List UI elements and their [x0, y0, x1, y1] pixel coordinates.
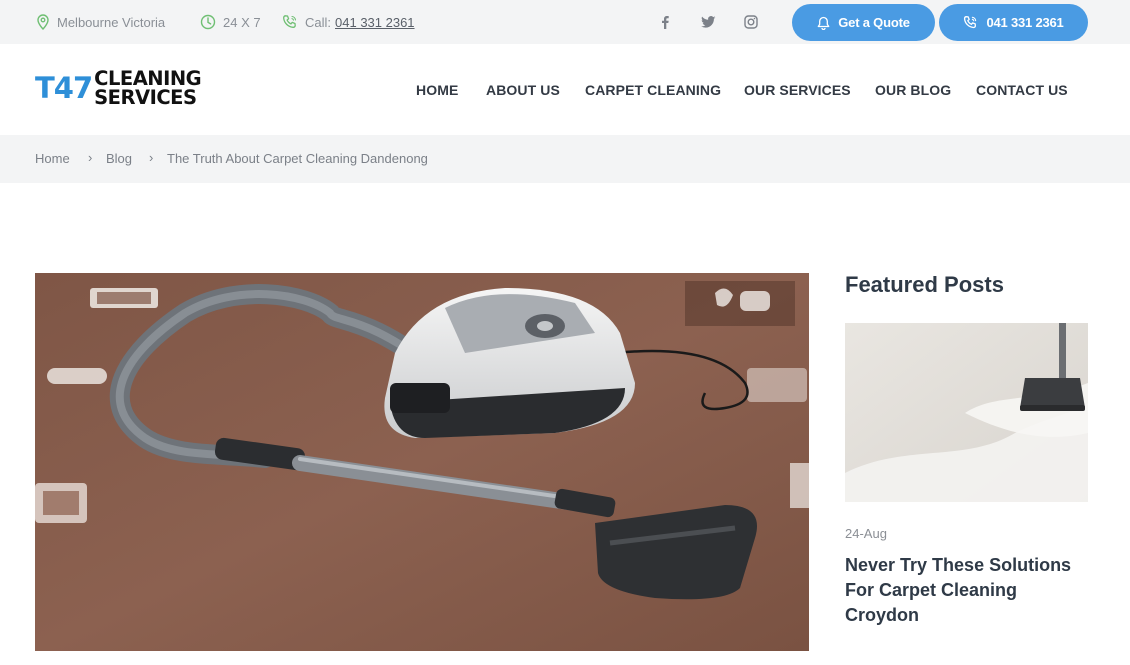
get-quote-button[interactable]: Get a Quote	[792, 4, 935, 41]
hours-info: 24 X 7	[200, 14, 261, 30]
nav-our-services[interactable]: OUR SERVICES	[744, 82, 851, 98]
call-info: Call: 041 331 2361	[282, 14, 415, 30]
twitter-icon[interactable]	[699, 13, 717, 31]
location-text: Melbourne Victoria	[57, 14, 166, 30]
logo-line-2: SERVICES	[94, 86, 197, 109]
logo-number: T47	[35, 70, 93, 105]
call-number-link[interactable]: 041 331 2361	[335, 15, 415, 30]
breadcrumb-separator: ›	[149, 150, 154, 165]
nav-contact-us[interactable]: CONTACT US	[976, 82, 1068, 98]
phone-button-label: 041 331 2361	[986, 15, 1064, 30]
breadcrumb-current: The Truth About Carpet Cleaning Dandenon…	[167, 151, 428, 166]
carpet-vacuum-photo	[845, 323, 1088, 502]
location-pin-icon	[37, 14, 49, 30]
vacuum-cleaner-photo	[35, 273, 809, 651]
article-hero-image	[35, 273, 809, 651]
bell-icon	[817, 16, 830, 30]
logo-wordmark: CLEANING SERVICES	[94, 69, 202, 109]
nav-home[interactable]: HOME	[416, 82, 458, 98]
phone-button[interactable]: 041 331 2361	[939, 4, 1088, 41]
breadcrumb: Home › Blog › The Truth About Carpet Cle…	[0, 135, 1130, 183]
instagram-icon[interactable]	[742, 13, 760, 31]
top-bar: Melbourne Victoria 24 X 7 Call: 041 331 …	[0, 0, 1130, 44]
featured-posts-title: Featured Posts	[845, 272, 1004, 297]
featured-post-title[interactable]: Never Try These Solutions For Carpet Cle…	[845, 553, 1090, 628]
featured-post-image[interactable]	[845, 323, 1088, 502]
breadcrumb-separator: ›	[88, 150, 93, 165]
site-logo[interactable]: T47 CLEANING SERVICES	[35, 69, 202, 109]
facebook-icon[interactable]	[656, 13, 674, 31]
phone-icon	[964, 16, 977, 29]
get-quote-label: Get a Quote	[838, 15, 910, 30]
featured-post-date: 24-Aug	[845, 526, 887, 541]
nav-carpet-cleaning[interactable]: CARPET CLEANING	[585, 82, 721, 98]
hours-text: 24 X 7	[223, 14, 261, 30]
site-header: T47 CLEANING SERVICES HOME ABOUT US CARP…	[0, 44, 1130, 135]
call-label: Call:	[305, 14, 332, 30]
nav-about-us[interactable]: ABOUT US	[486, 82, 560, 98]
nav-our-blog[interactable]: OUR BLOG	[875, 82, 951, 98]
breadcrumb-blog[interactable]: Blog	[106, 151, 132, 166]
breadcrumb-home[interactable]: Home	[35, 151, 70, 166]
phone-icon	[283, 15, 297, 28]
clock-icon	[200, 14, 216, 30]
location-info: Melbourne Victoria	[36, 14, 165, 30]
